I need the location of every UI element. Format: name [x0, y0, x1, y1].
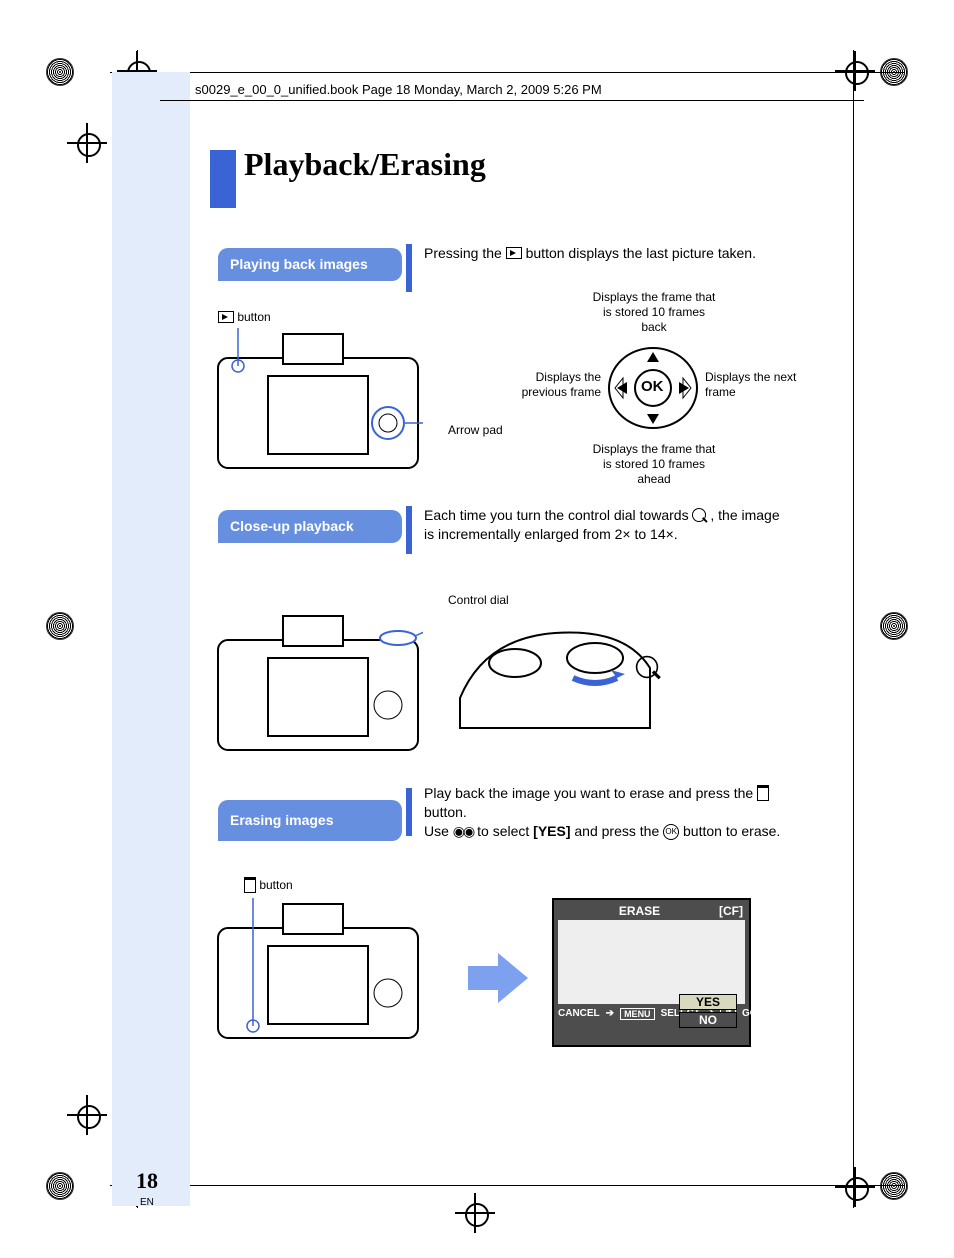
erase-dialog-title: ERASE [560, 904, 719, 918]
play-button-label: button [218, 310, 271, 325]
footer-menu: MENU [620, 1008, 655, 1020]
section-accent [406, 506, 412, 554]
page-language: EN [140, 1197, 154, 1208]
card-indicator: [CF] [719, 904, 743, 918]
crop-mark [72, 1100, 102, 1130]
reg-mark [880, 612, 908, 640]
magnify-icon [692, 508, 706, 522]
text: Play back the image you want to erase an… [424, 785, 757, 801]
page-title: Playback/Erasing [244, 146, 486, 183]
header-rule [160, 100, 864, 101]
footer-arrow: ➔ [764, 1008, 772, 1019]
ok-icon: OK [663, 824, 679, 840]
camera-diagram [213, 898, 423, 1048]
text: button [256, 878, 293, 892]
crop-line [110, 72, 904, 73]
dial-ok-label: OK [641, 378, 664, 395]
text: to select [477, 823, 533, 839]
erase-yes-option: YES [679, 994, 737, 1010]
section-accent [406, 244, 412, 292]
text: button displays the last picture taken. [526, 245, 756, 261]
chapter-bar [210, 150, 236, 208]
section-heading-closeup: Close-up playback [218, 510, 402, 543]
text: button. [424, 804, 467, 820]
closeup-intro: Each time you turn the control dial towa… [424, 506, 784, 544]
camera-diagram [213, 610, 423, 760]
footer-go: GO [742, 1008, 758, 1019]
text: Pressing the [424, 245, 506, 261]
camera-diagram [213, 328, 423, 478]
reg-mark [46, 58, 74, 86]
footer-ok: OK [778, 1008, 800, 1020]
footer-cancel: CANCEL [558, 1008, 600, 1019]
section-heading-playback: Playing back images [218, 248, 402, 281]
crop-line [853, 50, 854, 1208]
text: and press the [574, 823, 663, 839]
crop-mark [72, 128, 102, 158]
text: button to erase. [683, 823, 780, 839]
section-accent [406, 788, 412, 836]
footer-arrow: ➔ [606, 1008, 614, 1019]
playback-icon [506, 247, 522, 259]
reg-mark [880, 1172, 908, 1200]
control-dial-label: Control dial [448, 593, 509, 608]
updown-icon: ◉◉ [453, 823, 473, 839]
trash-icon [244, 877, 256, 893]
arrow-right-icon [463, 948, 533, 1008]
crop-mark [840, 1172, 870, 1202]
erase-button-label: button [244, 878, 293, 894]
page-number: 18 [136, 1168, 158, 1194]
arrowpad-diagram: Displays the frame that is stored 10 fra… [495, 290, 805, 490]
magnify-icon [636, 656, 658, 678]
playback-intro: Pressing the button displays the last pi… [424, 244, 764, 263]
page-margin [112, 72, 190, 1206]
yes-token: [YES] [533, 823, 570, 839]
erase-no-option: NO [679, 1012, 737, 1028]
crop-mark [840, 56, 870, 86]
erase-intro: Play back the image you want to erase an… [424, 784, 784, 841]
crop-line [110, 1185, 904, 1186]
trash-icon [757, 785, 769, 801]
reg-mark [46, 1172, 74, 1200]
reg-mark [46, 612, 74, 640]
crop-mark [460, 1198, 490, 1228]
text: button [234, 310, 271, 324]
playback-icon [218, 311, 234, 323]
text: Use [424, 823, 453, 839]
doc-header-path: s0029_e_00_0_unified.book Page 18 Monday… [195, 82, 602, 97]
section-heading-erase: Erasing images [218, 800, 402, 841]
erase-dialog: ERASE [CF] YES NO CANCEL ➔ MENU SELECT ➔… [552, 898, 751, 1047]
camera-top-detail [455, 618, 655, 738]
text: Each time you turn the control dial towa… [424, 507, 692, 523]
